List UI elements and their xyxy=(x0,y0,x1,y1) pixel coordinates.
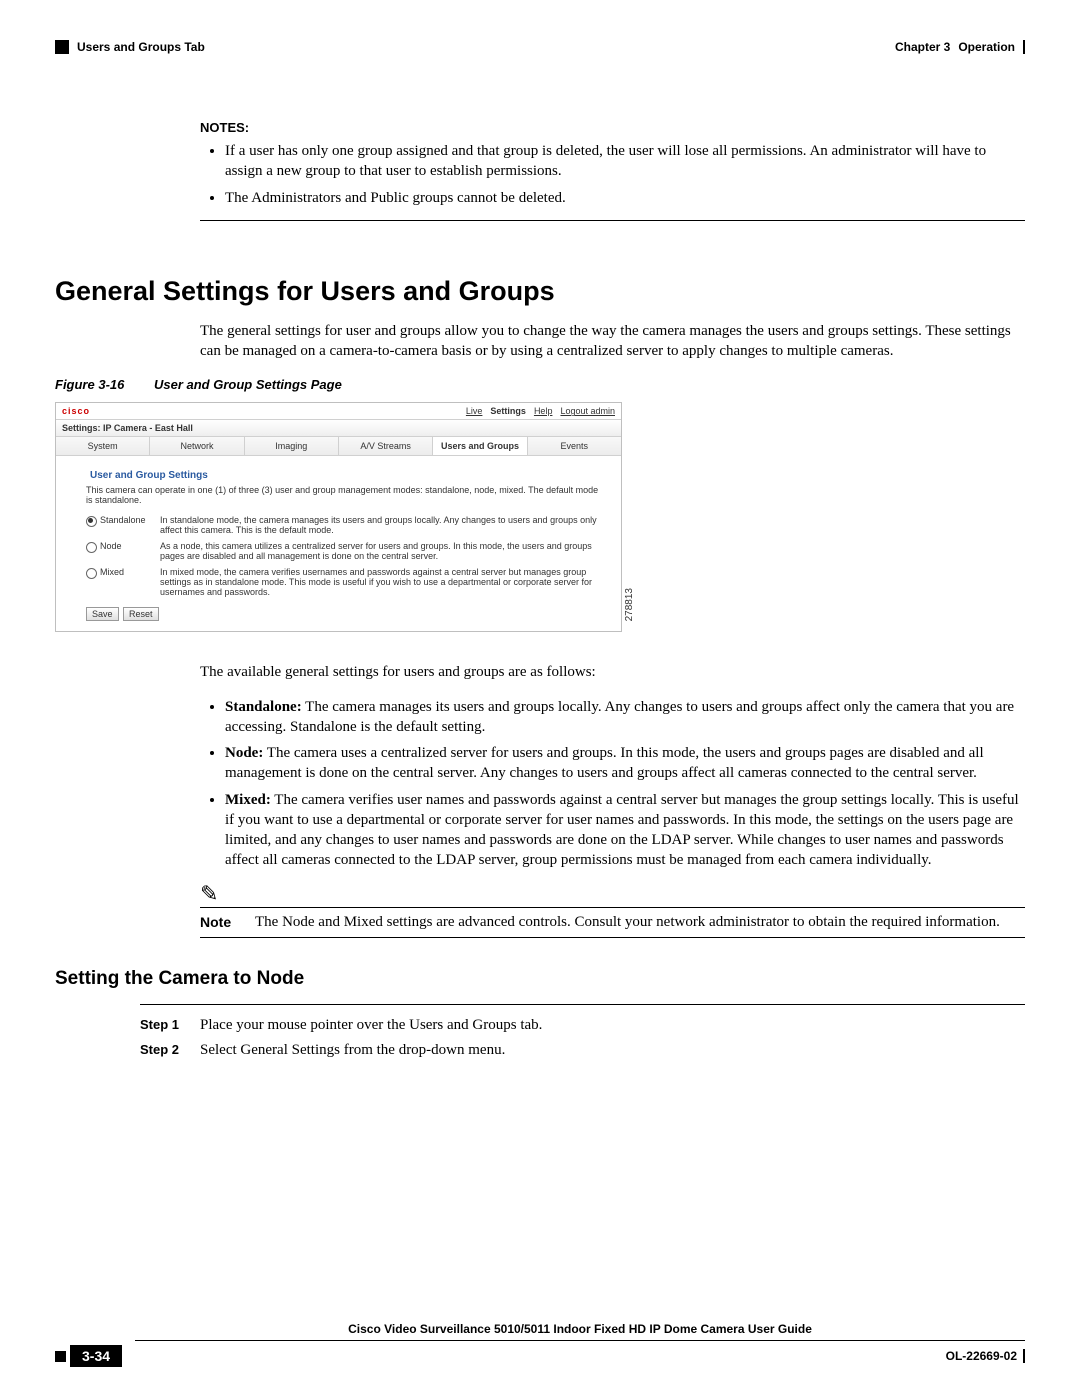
reset-button[interactable]: Reset xyxy=(123,607,159,621)
footer-doc-title: Cisco Video Surveillance 5010/5011 Indoo… xyxy=(135,1322,1025,1341)
fieldset-legend: User and Group Settings xyxy=(88,470,210,481)
radio-desc: In mixed mode, the camera verifies usern… xyxy=(160,567,603,597)
subsection-heading: Setting the Camera to Node xyxy=(55,968,1025,990)
radio-desc: In standalone mode, the camera manages i… xyxy=(160,515,603,535)
notes-label: NOTES: xyxy=(200,120,1025,135)
footer-left: 3-34 xyxy=(55,1345,122,1367)
running-header: Users and Groups Tab Chapter 3 Operation xyxy=(55,40,1025,54)
tab-av[interactable]: A/V Streams xyxy=(339,437,433,455)
nav-settings[interactable]: Settings xyxy=(490,406,526,416)
notes-block: NOTES: If a user has only one group assi… xyxy=(200,120,1025,221)
header-title: Operation xyxy=(958,40,1015,54)
page-number: 3-34 xyxy=(70,1345,122,1367)
list-item: Mixed: The camera verifies user names an… xyxy=(225,790,1025,871)
figure-title: User and Group Settings Page xyxy=(154,377,342,392)
fig-nav: Live Settings Help Logout admin xyxy=(466,406,615,416)
radio-standalone[interactable]: Standalone In standalone mode, the camer… xyxy=(86,515,603,535)
available-list: Standalone: The camera manages its users… xyxy=(200,697,1025,871)
fig-body: User and Group Settings This camera can … xyxy=(56,456,621,631)
save-button[interactable]: Save xyxy=(86,607,119,621)
step-text: Place your mouse pointer over the Users … xyxy=(200,1017,1025,1034)
radio-node[interactable]: Node As a node, this camera utilizes a c… xyxy=(86,541,603,561)
footer-right: OL-22669-02 xyxy=(946,1349,1025,1363)
figure-block: Figure 3-16 User and Group Settings Page… xyxy=(55,377,1025,632)
footer-row: 3-34 OL-22669-02 xyxy=(55,1345,1025,1367)
header-chapter: Chapter 3 xyxy=(895,40,950,54)
figure-id: 278813 xyxy=(624,588,635,621)
list-item: Node: The camera uses a centralized serv… xyxy=(225,743,1025,784)
radio-label: Standalone xyxy=(100,515,146,525)
content: NOTES: If a user has only one group assi… xyxy=(55,120,1025,1067)
step-label: Step 1 xyxy=(140,1017,200,1034)
header-divider-icon xyxy=(1023,40,1025,54)
step-label: Step 2 xyxy=(140,1042,200,1059)
radio-desc: As a node, this camera utilizes a centra… xyxy=(160,541,603,561)
header-left: Users and Groups Tab xyxy=(55,40,205,54)
notes-list: If a user has only one group assigned an… xyxy=(200,141,1025,208)
step-row: Step 1 Place your mouse pointer over the… xyxy=(140,1017,1025,1034)
fig-buttons: Save Reset xyxy=(86,607,603,621)
header-square-icon xyxy=(55,40,69,54)
cisco-logo-icon: cisco xyxy=(62,406,90,416)
header-right: Chapter 3 Operation xyxy=(895,40,1025,54)
list-item: Standalone: The camera manages its users… xyxy=(225,697,1025,738)
fieldset: User and Group Settings This camera can … xyxy=(86,466,603,597)
radio-icon[interactable] xyxy=(86,516,97,527)
note-text: The Node and Mixed settings are advanced… xyxy=(255,914,1025,931)
item-label: Standalone: xyxy=(225,699,302,715)
tab-network[interactable]: Network xyxy=(150,437,244,455)
radio-icon[interactable] xyxy=(86,568,97,579)
fig-tabs: System Network Imaging A/V Streams Users… xyxy=(56,437,621,456)
section-intro-block: The general settings for user and groups… xyxy=(200,321,1025,362)
note-row: Note The Node and Mixed settings are adv… xyxy=(200,907,1025,938)
screenshot: cisco Live Settings Help Logout admin Se… xyxy=(55,402,622,632)
note-item: If a user has only one group assigned an… xyxy=(225,141,1025,182)
fig-intro-text: This camera can operate in one (1) of th… xyxy=(86,485,603,505)
header-section-name: Users and Groups Tab xyxy=(77,40,205,54)
item-text: The camera uses a centralized server for… xyxy=(225,745,984,781)
nav-live[interactable]: Live xyxy=(466,406,483,416)
steps: Step 1 Place your mouse pointer over the… xyxy=(140,1004,1025,1059)
step-text: Select General Settings from the drop-do… xyxy=(200,1042,1025,1059)
item-text: The camera manages its users and groups … xyxy=(225,699,1014,735)
note-label: Note xyxy=(200,914,255,931)
nav-help[interactable]: Help xyxy=(534,406,553,416)
step-row: Step 2 Select General Settings from the … xyxy=(140,1042,1025,1059)
radio-mixed[interactable]: Mixed In mixed mode, the camera verifies… xyxy=(86,567,603,597)
footer-divider-icon xyxy=(1023,1349,1025,1363)
radio-icon[interactable] xyxy=(86,542,97,553)
radio-label: Mixed xyxy=(100,567,124,577)
radio-label: Node xyxy=(100,541,122,551)
note-block: ✎ Note The Node and Mixed settings are a… xyxy=(200,883,1025,938)
pencil-icon: ✎ xyxy=(200,883,1025,905)
item-text: The camera verifies user names and passw… xyxy=(225,792,1019,869)
divider xyxy=(200,220,1025,221)
tab-events[interactable]: Events xyxy=(528,437,621,455)
tab-system[interactable]: System xyxy=(56,437,150,455)
available-settings: The available general settings for users… xyxy=(200,662,1025,870)
tab-imaging[interactable]: Imaging xyxy=(245,437,339,455)
section-heading: General Settings for Users and Groups xyxy=(55,276,1025,307)
section-intro: The general settings for user and groups… xyxy=(200,321,1025,362)
tab-users-groups[interactable]: Users and Groups xyxy=(433,437,527,455)
doc-id: OL-22669-02 xyxy=(946,1349,1017,1363)
note-item: The Administrators and Public groups can… xyxy=(225,188,1025,208)
page: Users and Groups Tab Chapter 3 Operation… xyxy=(0,0,1080,1397)
fig-breadcrumb: Settings: IP Camera - East Hall xyxy=(56,420,621,437)
footer: Cisco Video Surveillance 5010/5011 Indoo… xyxy=(55,1322,1025,1367)
nav-logout[interactable]: Logout admin xyxy=(560,406,615,416)
figure-number: Figure 3-16 xyxy=(55,377,124,392)
item-label: Mixed: xyxy=(225,792,271,808)
figure-caption: Figure 3-16 User and Group Settings Page xyxy=(55,377,1025,392)
item-label: Node: xyxy=(225,745,263,761)
fig-topbar: cisco Live Settings Help Logout admin xyxy=(56,403,621,420)
footer-square-icon xyxy=(55,1351,66,1362)
available-intro: The available general settings for users… xyxy=(200,662,1025,682)
